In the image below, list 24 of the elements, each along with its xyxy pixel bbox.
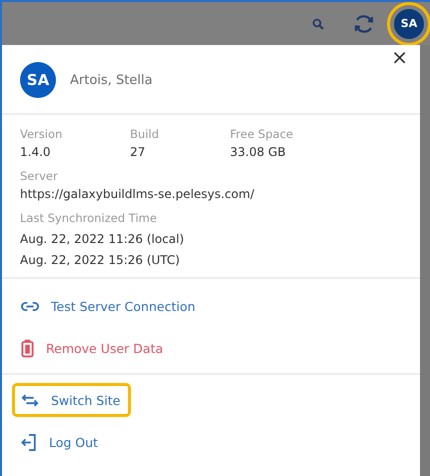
menu-action[interactable]: Switch Site bbox=[12, 383, 132, 417]
info-label: Version bbox=[20, 127, 64, 141]
info-value: 33.08 GB bbox=[230, 145, 287, 159]
search-icon[interactable] bbox=[312, 18, 324, 30]
swap-arrows-icon bbox=[21, 394, 39, 406]
sync-time: Aug. 22, 2022 15:26 (UTC) bbox=[20, 253, 181, 267]
info-label: Free Space bbox=[230, 127, 294, 141]
link-icon bbox=[21, 300, 39, 312]
info-label: Build bbox=[130, 127, 160, 141]
menu-action[interactable]: Log Out bbox=[12, 425, 109, 459]
trash-icon bbox=[21, 338, 34, 358]
sync-time: Aug. 22, 2022 11:26 (local) bbox=[20, 232, 186, 246]
avatar-button[interactable]: SA bbox=[394, 8, 424, 38]
user-name: Artois, Stella bbox=[70, 72, 152, 88]
logout-icon bbox=[21, 432, 37, 452]
user-avatar: SA bbox=[20, 62, 56, 98]
info-label: Last Synchronized Time bbox=[20, 211, 158, 225]
server-url: https://galaxybuildlms-se.pelesys.com/ bbox=[20, 187, 256, 201]
menu-action[interactable]: Test Server Connection bbox=[12, 289, 206, 323]
close-button[interactable]: × bbox=[387, 47, 412, 67]
info-label: Server bbox=[20, 169, 59, 183]
menu-action[interactable]: Remove User Data bbox=[12, 331, 174, 365]
info-value: 27 bbox=[130, 145, 146, 159]
info-value: 1.4.0 bbox=[20, 145, 52, 159]
